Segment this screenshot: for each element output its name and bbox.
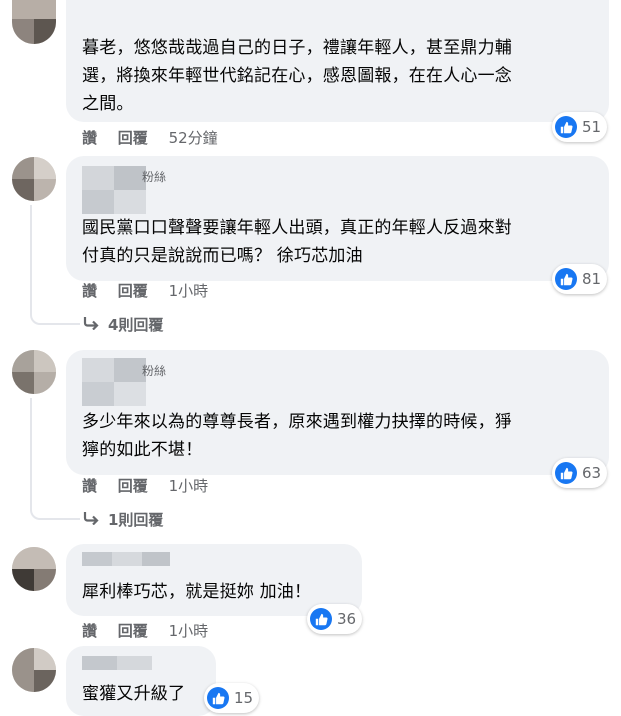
thumbs-up-icon (555, 268, 577, 290)
follower-badge: 粉絲 (142, 170, 167, 184)
view-replies-link[interactable]: 4則回覆 (82, 314, 163, 335)
reaction-count[interactable]: 15 (204, 683, 260, 713)
reply-arrow-icon (82, 511, 100, 529)
commenter-name[interactable] (82, 358, 146, 406)
timestamp[interactable]: 1小時 (169, 282, 209, 300)
like-button[interactable]: 讚 (82, 129, 97, 147)
commenter-name[interactable] (82, 656, 152, 670)
commenter-name[interactable] (82, 166, 146, 214)
comment-text: 蜜獾又升級了 (82, 684, 186, 704)
comment-text: 國民黨口口聲聲要讓年輕人出頭，真正的年輕人反過來對 付真的只是說說而已嗎？ 徐巧… (82, 218, 512, 266)
comment-actions: 讚 回覆 1小時 (82, 280, 208, 301)
thumbs-up-icon (555, 462, 577, 484)
like-button[interactable]: 讚 (82, 477, 97, 495)
thumbs-up-icon (310, 608, 332, 630)
reply-button[interactable]: 回覆 (118, 129, 148, 147)
view-replies-link[interactable]: 1則回覆 (82, 509, 163, 530)
timestamp[interactable]: 1小時 (169, 477, 209, 495)
comment-actions: 讚 回覆 1小時 (82, 475, 208, 496)
comment-actions: 讚 回覆 52分鐘 (82, 127, 218, 148)
comment-text: 犀利棒巧芯，就是挺妳 加油！ (82, 582, 312, 602)
like-button[interactable]: 讚 (82, 622, 97, 640)
reply-button[interactable]: 回覆 (118, 282, 148, 300)
commenter-name[interactable] (82, 552, 170, 566)
reply-arrow-icon (82, 316, 100, 334)
comment-text: 多少年來以為的尊尊長者，原來遇到權力抉擇的時候，猙 獰的如此不堪！ (82, 412, 512, 460)
reaction-count[interactable]: 81 (552, 264, 608, 294)
avatar[interactable] (12, 350, 56, 394)
reply-button[interactable]: 回覆 (118, 477, 148, 495)
reply-button[interactable]: 回覆 (118, 622, 148, 640)
thumbs-up-icon (207, 687, 229, 709)
comment-actions: 讚 回覆 1小時 (82, 620, 208, 641)
avatar[interactable] (12, 547, 56, 591)
like-button[interactable]: 讚 (82, 282, 97, 300)
reaction-count[interactable]: 36 (307, 604, 363, 634)
follower-badge: 粉絲 (142, 364, 167, 378)
avatar[interactable] (12, 0, 56, 44)
timestamp[interactable]: 52分鐘 (169, 129, 218, 147)
avatar[interactable] (12, 648, 56, 692)
comment-text: 暮老，悠悠哉哉過自己的日子，禮讓年輕人，甚至鼎力輔 選，將換來年輕世代銘記在心，… (82, 38, 512, 114)
timestamp[interactable]: 1小時 (169, 622, 209, 640)
reaction-count[interactable]: 51 (552, 112, 608, 142)
avatar[interactable] (12, 157, 56, 201)
thumbs-up-icon (555, 116, 577, 138)
reaction-count[interactable]: 63 (552, 458, 608, 488)
